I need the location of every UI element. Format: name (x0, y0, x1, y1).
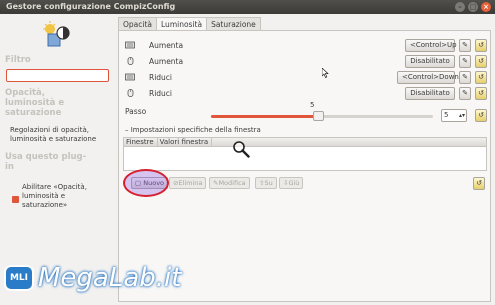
mouse-icon (127, 57, 134, 65)
table-header: Finestre Valori finestra (124, 138, 486, 147)
reset-binding-icon[interactable]: ↺ (475, 39, 487, 52)
megalab-logo-text: MegaLab.it (38, 263, 182, 293)
binding-row: Riduci <Control>Down ✎ ↺ (123, 71, 489, 85)
binding-row: Aumenta Disabilitato ✎ ↺ (123, 55, 489, 69)
delete-button[interactable]: ⊘Elimina (169, 177, 207, 189)
edit-binding-icon[interactable]: ✎ (459, 55, 471, 68)
expander-label: Impostazioni specifiche della finestra (130, 126, 261, 134)
binding-value-button[interactable]: Disabilitato (405, 55, 455, 68)
minimize-button[interactable]: – (455, 2, 465, 12)
keyboard-icon (125, 41, 135, 49)
binding-label: Aumenta (149, 57, 184, 66)
edit-binding-icon[interactable]: ✎ (459, 87, 471, 100)
binding-value-button[interactable]: Disabilitato (405, 87, 455, 100)
passo-spin-value: 5 (444, 111, 449, 119)
enable-plugin-checkbox[interactable] (12, 196, 19, 203)
binding-value-button[interactable]: <Control>Down (397, 71, 459, 84)
passo-slider-value: 5 (310, 101, 315, 109)
edit-button-label: Modifica (218, 179, 246, 187)
move-down-label: Giù (288, 179, 300, 187)
binding-row: Aumenta <Control>Up ✎ ↺ (123, 39, 489, 53)
window-titlebar: Gestore configurazione CompizConfig – □ … (0, 0, 495, 14)
mouse-pointer-icon (322, 68, 329, 78)
move-up-label: Su (264, 179, 273, 187)
move-up-button[interactable]: ⇧Su (255, 177, 277, 189)
reset-binding-icon[interactable]: ↺ (475, 71, 487, 84)
maximize-button[interactable]: □ (468, 2, 478, 12)
filter-label: Filtro (5, 55, 31, 65)
megalab-logo-badge: MLI (4, 265, 34, 291)
edit-binding-icon[interactable]: ✎ (459, 39, 471, 52)
expander-arrow-icon: – (125, 126, 129, 134)
binding-label: Riduci (149, 73, 173, 82)
keyboard-icon (125, 73, 135, 81)
filter-input[interactable] (6, 69, 109, 82)
passo-slider-handle[interactable] (312, 111, 324, 121)
section-description: Regolazioni di opacità, luminosità e sat… (10, 126, 97, 143)
binding-label: Riduci (149, 89, 173, 98)
spin-arrows-icon[interactable]: ▴▾ (459, 110, 465, 121)
move-down-button[interactable]: ⇩Giù (279, 177, 304, 189)
mouse-icon (127, 89, 134, 97)
tab-bar: Opacità Luminosità Saturazione (118, 17, 261, 31)
reset-window-settings-icon[interactable]: ↺ (473, 177, 485, 190)
passo-label: Passo (125, 107, 147, 116)
reset-binding-icon[interactable]: ↺ (475, 55, 487, 68)
close-button[interactable]: × (481, 2, 491, 12)
passo-slider-fill (211, 115, 318, 118)
tab-opacita[interactable]: Opacità (118, 17, 158, 30)
megalab-watermark: MLI MegaLab.it (2, 255, 192, 301)
plugin-icon (43, 21, 70, 47)
enable-plugin-label: Abilitare «Opacità, luminosità e saturaz… (22, 183, 87, 209)
delete-button-label: Elimina (178, 179, 203, 187)
binding-label: Aumenta (149, 41, 184, 50)
tab-luminosita[interactable]: Luminosità (156, 17, 208, 31)
edit-button[interactable]: ✎Modifica (209, 177, 250, 189)
window-controls: – □ × (455, 2, 491, 12)
passo-slider[interactable] (211, 111, 433, 121)
passo-spinbox[interactable]: 5 ▴▾ (441, 109, 467, 122)
binding-row: Riduci Disabilitato ✎ ↺ (123, 87, 489, 101)
column-valori[interactable]: Valori finestra (158, 138, 213, 146)
window-title: Gestore configurazione CompizConfig (6, 2, 176, 11)
edit-binding-icon[interactable]: ✎ (459, 71, 471, 84)
tab-saturazione[interactable]: Saturazione (206, 17, 261, 30)
reset-passo-icon[interactable]: ↺ (475, 109, 487, 122)
new-button-highlight-ring (123, 169, 169, 197)
plugin-label: Usa questo plug-in (5, 152, 87, 172)
window-settings-expander[interactable]: – Impostazioni specifiche della finestra (125, 126, 261, 134)
column-finestre[interactable]: Finestre (124, 138, 158, 146)
magnifier-icon (233, 141, 250, 158)
window-values-table[interactable]: Finestre Valori finestra (123, 137, 487, 171)
section-title: Opacità, luminosità e saturazione (5, 88, 65, 118)
binding-value-button[interactable]: <Control>Up (405, 39, 457, 52)
reset-binding-icon[interactable]: ↺ (475, 87, 487, 100)
